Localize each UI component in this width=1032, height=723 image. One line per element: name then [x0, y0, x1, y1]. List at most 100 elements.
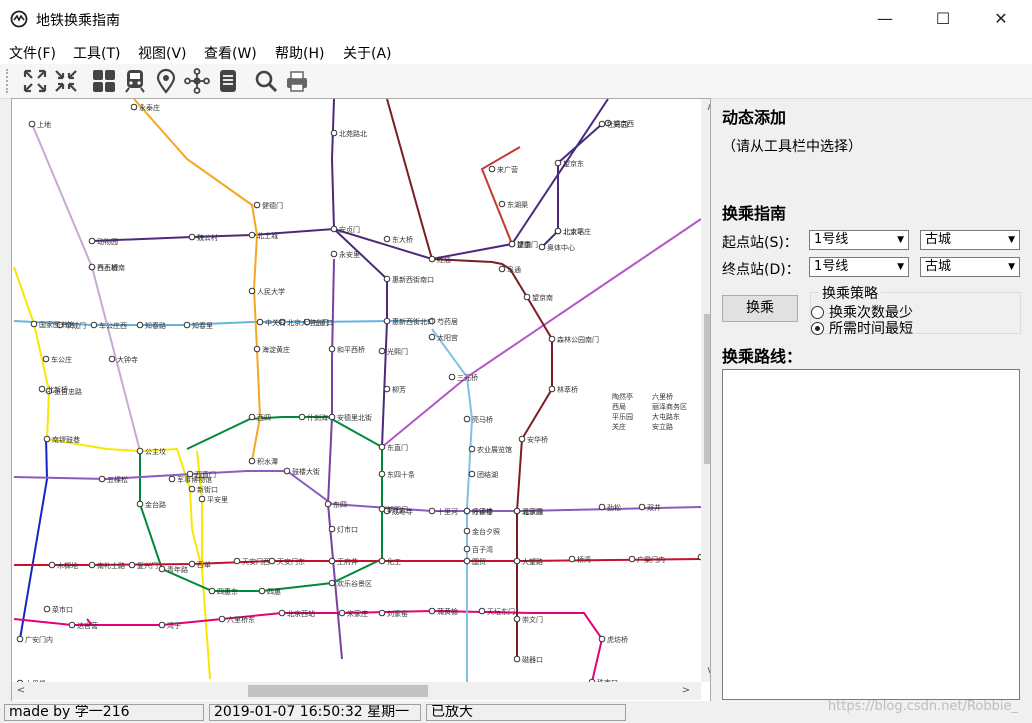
- network-icon[interactable]: [184, 68, 210, 94]
- station-marker[interactable]: [268, 557, 276, 565]
- vertical-scrollbar[interactable]: ∧ ∨: [701, 99, 710, 682]
- vertical-scroll-thumb[interactable]: [704, 314, 710, 464]
- station-marker[interactable]: [554, 159, 562, 167]
- station-marker[interactable]: [568, 555, 576, 563]
- station-marker[interactable]: [88, 263, 96, 271]
- start-line-select[interactable]: 1号线 ▼: [809, 230, 909, 250]
- station-marker[interactable]: [256, 318, 264, 326]
- menu-tools[interactable]: 工具(T): [73, 43, 120, 63]
- zoom-fit-icon[interactable]: [22, 68, 48, 94]
- station-marker[interactable]: [548, 335, 556, 343]
- station-marker[interactable]: [448, 373, 456, 381]
- station-marker[interactable]: [136, 447, 144, 455]
- station-marker[interactable]: [513, 557, 521, 565]
- station-marker[interactable]: [523, 293, 531, 301]
- location-pin-icon[interactable]: [153, 68, 179, 94]
- route-result-box[interactable]: [722, 369, 1020, 700]
- station-marker[interactable]: [383, 317, 391, 325]
- station-marker[interactable]: [253, 345, 261, 353]
- subway-map-canvas[interactable]: 永泰庄上地北苑路北望京西望京东来广营东湖渠望京阜通望京南健德门北土城安贞门惠新西…: [12, 99, 710, 688]
- station-marker[interactable]: [328, 579, 336, 587]
- station-marker[interactable]: [278, 609, 286, 617]
- station-marker[interactable]: [298, 413, 306, 421]
- station-marker[interactable]: [428, 255, 436, 263]
- station-marker[interactable]: [463, 527, 471, 535]
- station-marker[interactable]: [208, 587, 216, 595]
- station-marker[interactable]: [498, 265, 506, 273]
- station-marker[interactable]: [513, 615, 521, 623]
- station-marker[interactable]: [158, 565, 166, 573]
- station-marker[interactable]: [168, 475, 176, 483]
- scroll-left-arrow[interactable]: <: [12, 682, 30, 700]
- start-station-select[interactable]: 古城 ▼: [920, 230, 1020, 250]
- station-marker[interactable]: [108, 355, 116, 363]
- station-marker[interactable]: [468, 445, 476, 453]
- station-marker[interactable]: [330, 129, 338, 137]
- menu-help[interactable]: 帮助(H): [275, 43, 324, 63]
- station-marker[interactable]: [378, 609, 386, 617]
- subway-map-view[interactable]: 永泰庄 上地 北苑路北 望京西 望京东 来广营 东湖渠 望京 阜通 望京南 健德门 北土城 安贞门 惠新西…: [11, 98, 711, 703]
- station-marker[interactable]: [463, 557, 471, 565]
- station-marker[interactable]: [88, 561, 96, 569]
- menu-look[interactable]: 查看(W): [204, 43, 257, 63]
- transfer-button[interactable]: 换乘: [722, 295, 798, 322]
- station-marker[interactable]: [28, 120, 36, 128]
- station-marker[interactable]: [248, 457, 256, 465]
- station-marker[interactable]: [328, 557, 336, 565]
- station-marker[interactable]: [330, 250, 338, 258]
- station-marker[interactable]: [253, 201, 261, 209]
- station-marker[interactable]: [463, 545, 471, 553]
- station-marker[interactable]: [638, 503, 646, 511]
- station-marker[interactable]: [508, 240, 516, 248]
- end-line-select[interactable]: 1号线 ▼: [809, 257, 909, 277]
- station-marker[interactable]: [428, 507, 436, 515]
- station-marker[interactable]: [248, 287, 256, 295]
- menu-file[interactable]: 文件(F): [9, 43, 56, 63]
- station-marker[interactable]: [328, 413, 336, 421]
- end-station-select[interactable]: 古城 ▼: [920, 257, 1020, 277]
- station-marker[interactable]: [628, 555, 636, 563]
- station-marker[interactable]: [428, 333, 436, 341]
- station-marker[interactable]: [248, 231, 256, 239]
- station-marker[interactable]: [383, 385, 391, 393]
- station-marker[interactable]: [324, 500, 332, 508]
- scroll-up-arrow[interactable]: ∧: [701, 99, 710, 117]
- radio-shortest-time[interactable]: [811, 322, 824, 335]
- station-marker[interactable]: [518, 435, 526, 443]
- printer-icon[interactable]: [284, 68, 310, 94]
- station-marker[interactable]: [538, 243, 546, 251]
- station-marker[interactable]: [378, 443, 386, 451]
- station-marker[interactable]: [498, 200, 506, 208]
- maximize-button[interactable]: ☐: [914, 0, 972, 38]
- shrink-icon[interactable]: [53, 68, 79, 94]
- station-marker[interactable]: [218, 615, 226, 623]
- station-marker[interactable]: [378, 470, 386, 478]
- station-marker[interactable]: [42, 355, 50, 363]
- station-marker[interactable]: [513, 507, 521, 515]
- station-marker[interactable]: [258, 587, 266, 595]
- train-icon[interactable]: [122, 68, 148, 94]
- strategy-shortest-time[interactable]: 所需时间最短: [811, 318, 913, 338]
- station-marker[interactable]: [478, 607, 486, 615]
- station-marker[interactable]: [283, 467, 291, 475]
- station-marker[interactable]: [188, 233, 196, 241]
- station-marker[interactable]: [128, 561, 136, 569]
- station-marker[interactable]: [68, 621, 76, 629]
- station-marker[interactable]: [136, 500, 144, 508]
- station-marker[interactable]: [188, 560, 196, 568]
- station-marker[interactable]: [554, 227, 562, 235]
- station-marker[interactable]: [130, 103, 138, 111]
- station-marker[interactable]: [378, 347, 386, 355]
- station-marker[interactable]: [16, 635, 24, 643]
- station-marker[interactable]: [598, 635, 606, 643]
- station-marker[interactable]: [48, 561, 56, 569]
- station-marker[interactable]: [43, 435, 51, 443]
- station-marker[interactable]: [383, 235, 391, 243]
- menu-view[interactable]: 视图(V): [138, 43, 187, 63]
- horizontal-scroll-thumb[interactable]: [248, 685, 428, 697]
- grid-icon[interactable]: [91, 68, 117, 94]
- station-marker[interactable]: [468, 470, 476, 478]
- station-marker[interactable]: [328, 345, 336, 353]
- station-marker[interactable]: [188, 485, 196, 493]
- close-button[interactable]: ✕: [972, 0, 1030, 38]
